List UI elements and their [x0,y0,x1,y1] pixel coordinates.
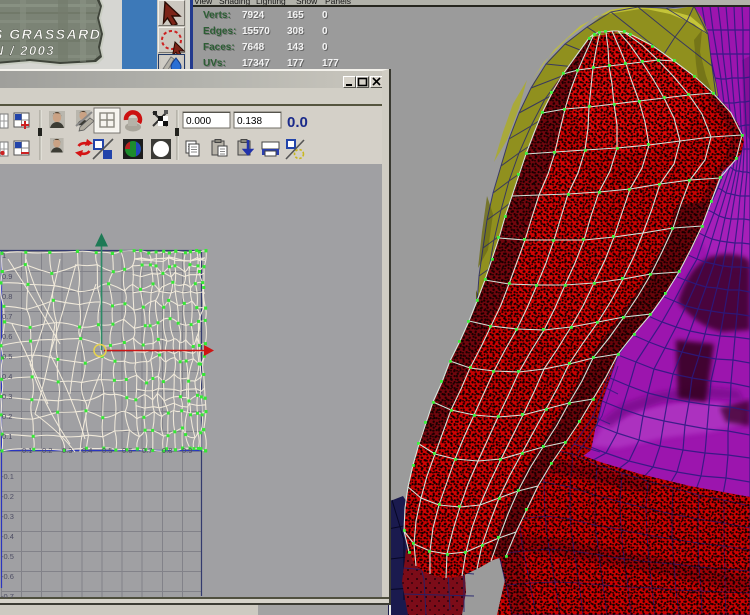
svg-text:S GRASSARD: S GRASSARD [0,26,101,42]
svg-text:0.138: 0.138 [237,116,262,127]
svg-text:0.000: 0.000 [186,116,211,127]
svg-text:0.0: 0.0 [287,114,308,131]
svg-text:N / 2003: N / 2003 [0,43,55,58]
